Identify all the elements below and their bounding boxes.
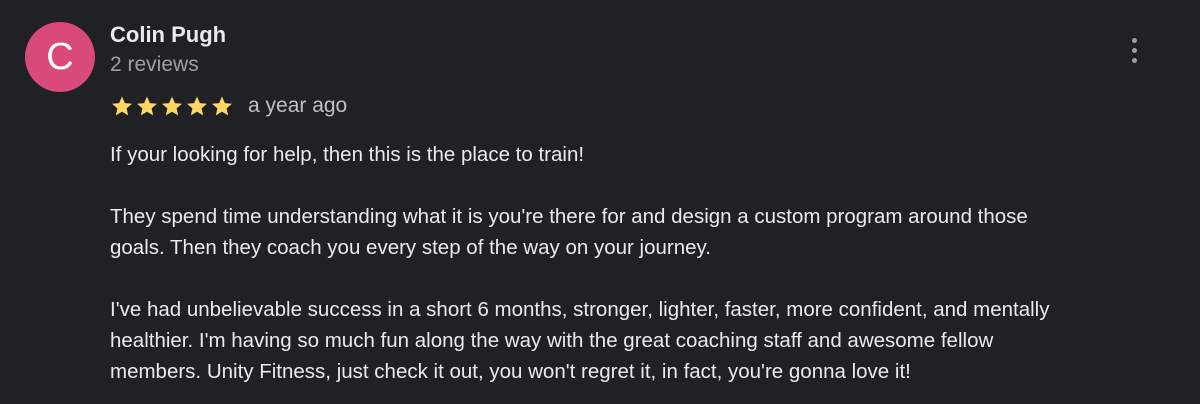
review-card: C Colin Pugh 2 reviews a year ago If you… xyxy=(0,0,1200,404)
more-vertical-icon-dot xyxy=(1131,57,1137,63)
star-icon xyxy=(212,96,232,116)
review-text: If your looking for help, then this is t… xyxy=(110,139,1185,387)
author-review-count[interactable]: 2 reviews xyxy=(110,53,199,77)
more-vertical-icon-dot xyxy=(1131,47,1137,53)
avatar[interactable]: C xyxy=(25,22,95,92)
review-paragraph: I've had unbelievable success in a short… xyxy=(110,298,1050,383)
more-options-button[interactable] xyxy=(1114,30,1154,70)
author-name[interactable]: Colin Pugh xyxy=(110,22,226,48)
star-rating xyxy=(110,94,234,118)
more-vertical-icon xyxy=(1131,37,1137,43)
review-paragraph: If your looking for help, then this is t… xyxy=(110,143,585,166)
star-icon xyxy=(112,96,132,116)
star-icon xyxy=(162,96,182,116)
star-icon xyxy=(137,96,157,116)
review-paragraph: They spend time understanding what it is… xyxy=(110,205,1028,259)
avatar-letter: C xyxy=(46,36,74,78)
review-timestamp: a year ago xyxy=(248,94,348,117)
star-icon xyxy=(187,96,207,116)
rating-row: a year ago xyxy=(110,92,347,120)
